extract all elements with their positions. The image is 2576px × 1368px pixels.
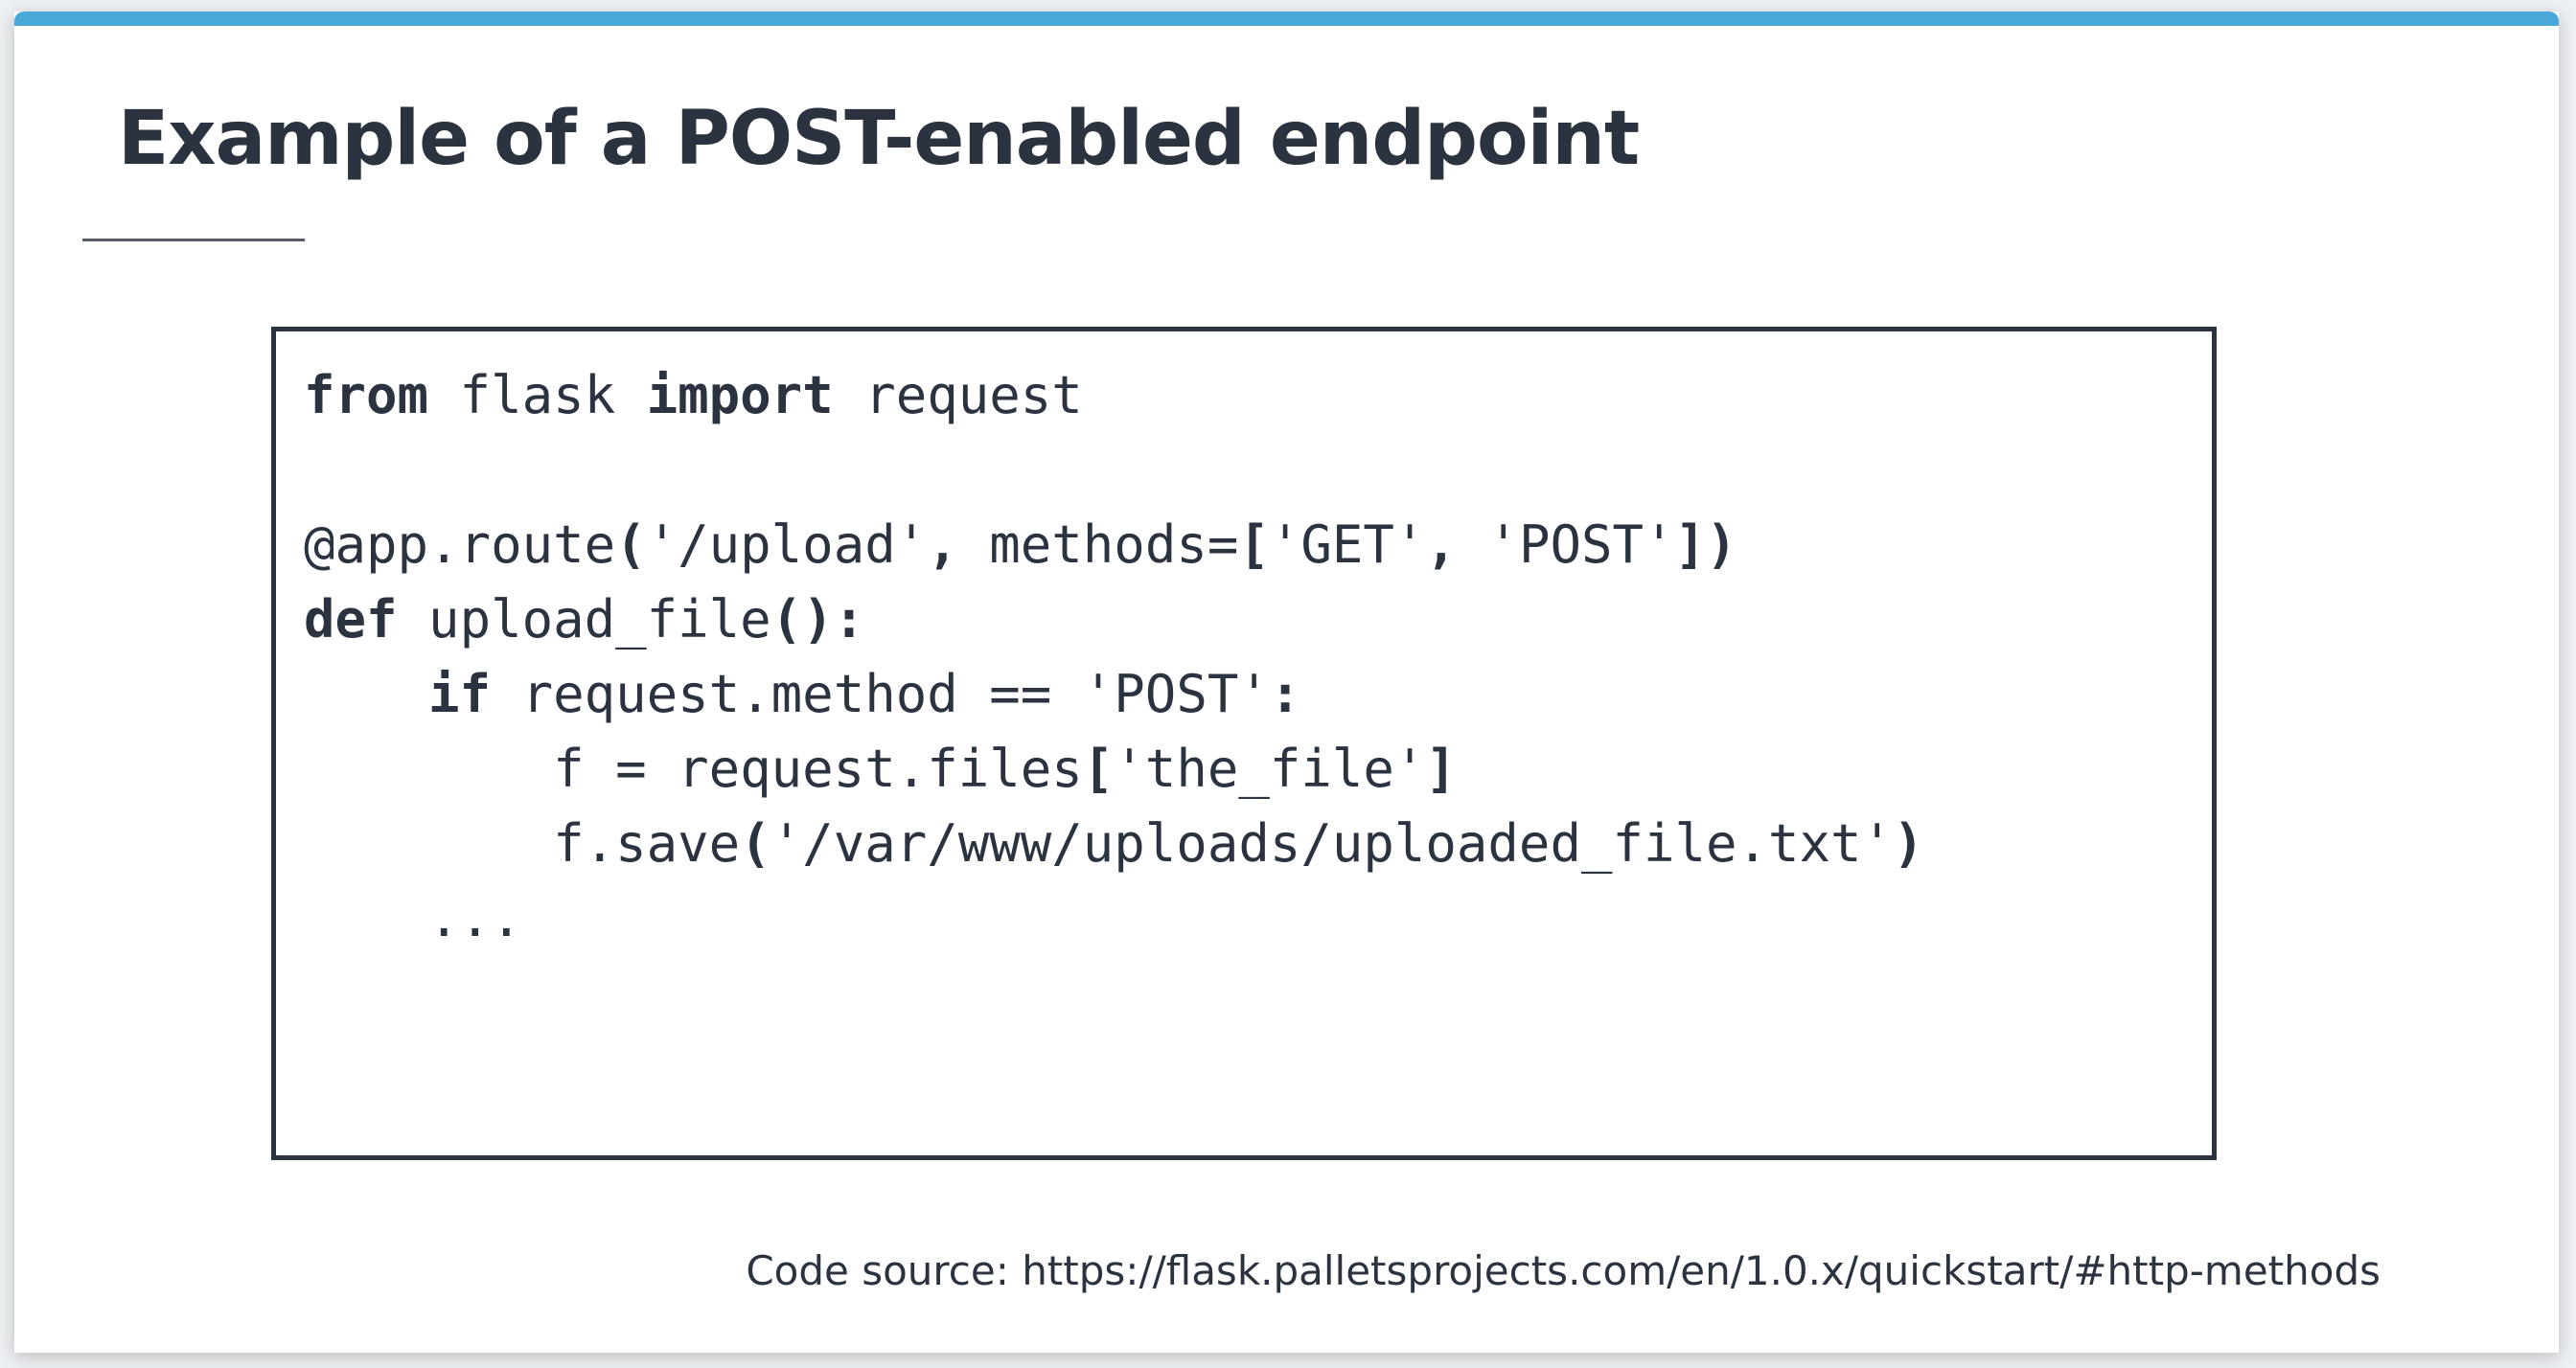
code-text: request (833, 365, 1083, 425)
keyword-if: if (428, 664, 492, 724)
code-punct: (): (770, 589, 865, 650)
keyword-from: from (304, 365, 429, 425)
slide-title: Example of a POST-enabled endpoint (118, 96, 1640, 182)
code-line-4: def upload_file(): (304, 582, 1924, 657)
code-line-7: f.save('/var/www/uploads/uploaded_file.t… (304, 807, 1924, 881)
code-punct: , (1425, 514, 1457, 575)
code-text: @app.route (304, 514, 616, 575)
code-punct: ( (615, 514, 647, 575)
code-text: f.save (304, 813, 741, 874)
code-block: from flask import request @app.route('/up… (271, 327, 2217, 1160)
code-text: 'the_file' (1114, 739, 1426, 799)
code-punct: ( (740, 813, 771, 874)
code-line-1: from flask import request (304, 358, 1924, 433)
code-text: request.method == 'POST' (491, 664, 1270, 724)
code-listing: from flask import request @app.route('/up… (304, 358, 1924, 956)
code-punct: , (927, 514, 958, 575)
code-line-6: f = request.files['the_file'] (304, 732, 1924, 807)
code-text: 'GET' (1269, 514, 1426, 575)
code-text: f = request.files (304, 739, 1083, 799)
code-punct: [ (1238, 514, 1270, 575)
slide: Example of a POST-enabled endpoint from … (14, 11, 2559, 1353)
title-underline (82, 239, 305, 241)
code-line-5: if request.method == 'POST': (304, 657, 1924, 732)
keyword-def: def (304, 589, 398, 650)
code-ellipsis: ... (304, 888, 522, 948)
code-text: '/upload' (646, 514, 928, 575)
code-punct: ]) (1674, 514, 1737, 575)
code-text: methods= (957, 514, 1239, 575)
code-text: '/var/www/uploads/uploaded_file.txt' (770, 813, 1894, 874)
code-text: upload_file (397, 589, 771, 650)
code-text: 'POST' (1456, 514, 1675, 575)
code-punct: [ (1082, 739, 1115, 799)
code-punct: ] (1425, 739, 1457, 799)
code-source-caption: Code source: https://flask.palletsprojec… (746, 1247, 2380, 1294)
code-punct: ) (1893, 813, 1924, 874)
code-text: flask (428, 365, 647, 425)
accent-bar (14, 11, 2559, 26)
code-line-8: ... (304, 881, 1924, 956)
code-line-3: @app.route('/upload', methods=['GET', 'P… (304, 508, 1924, 582)
keyword-import: import (646, 365, 834, 425)
code-punct: : (1269, 664, 1301, 724)
